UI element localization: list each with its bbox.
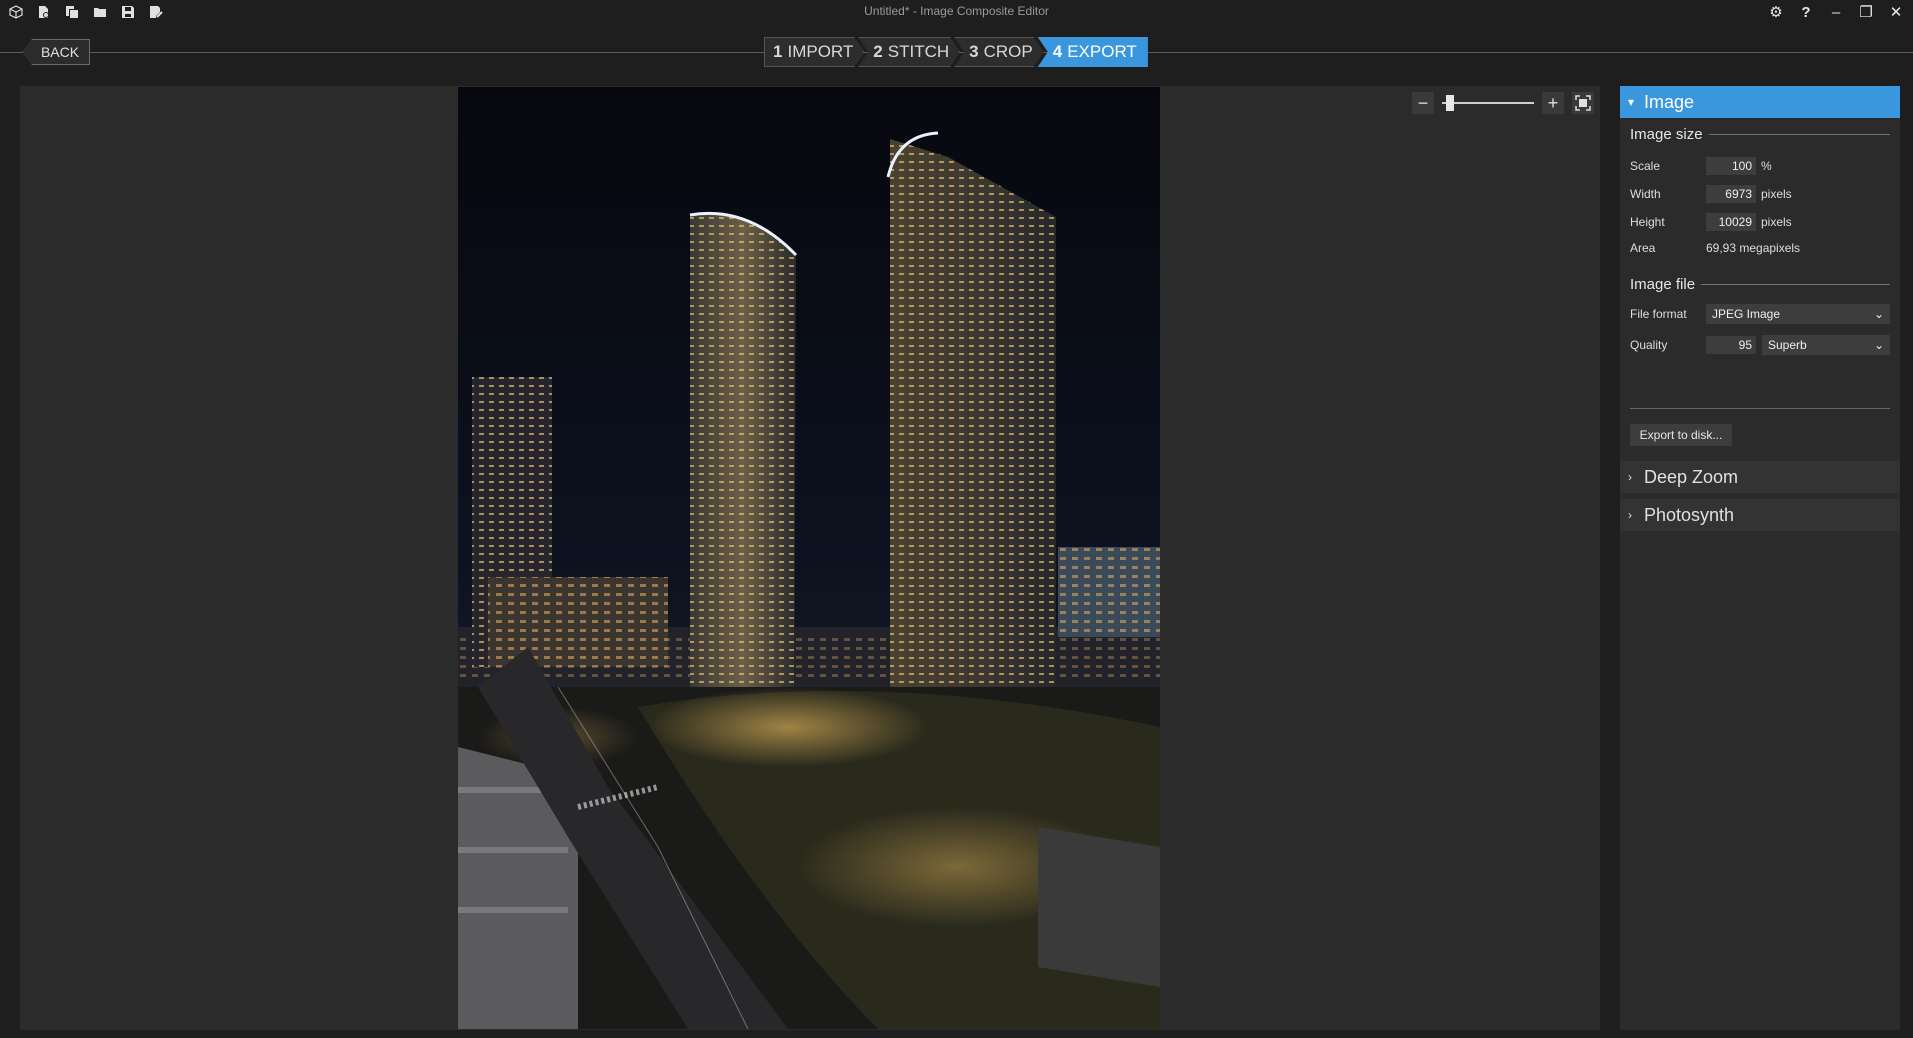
- file-format-label: File format: [1630, 307, 1687, 321]
- wizard-nav: BACK 1 IMPORT 2 STITCH 3 CROP 4 EXPORT: [0, 24, 1913, 78]
- area-row: Area 69,93 megapixels: [1630, 238, 1890, 258]
- step-label: STITCH: [887, 42, 950, 61]
- width-input[interactable]: 6973: [1706, 185, 1756, 203]
- section-title: Deep Zoom: [1644, 466, 1739, 487]
- zoom-controls: − +: [1412, 90, 1594, 116]
- area-value: 69,93 megapixels: [1706, 241, 1801, 255]
- zoom-slider-thumb[interactable]: [1446, 95, 1455, 111]
- group-title: Image size: [1630, 126, 1703, 143]
- step-number: 4: [1052, 42, 1063, 61]
- zoom-in-button[interactable]: +: [1542, 92, 1564, 114]
- chevron-down-icon: ▾: [1628, 95, 1635, 109]
- height-input[interactable]: 10029: [1706, 213, 1756, 231]
- chevron-right-icon: ›: [1628, 470, 1632, 484]
- scale-unit: %: [1761, 159, 1772, 173]
- quality-label: Quality: [1630, 338, 1668, 352]
- fit-to-window-icon[interactable]: [1572, 92, 1594, 114]
- quality-preset-select[interactable]: Superb ⌄: [1762, 335, 1890, 355]
- restore-icon[interactable]: ❐: [1855, 2, 1877, 22]
- scale-input[interactable]: 100: [1706, 157, 1756, 175]
- step-export[interactable]: 4 EXPORT: [1037, 37, 1148, 67]
- quality-input[interactable]: 95: [1706, 336, 1756, 354]
- close-icon[interactable]: ✕: [1885, 2, 1907, 22]
- help-icon[interactable]: ?: [1795, 2, 1817, 22]
- file-format-value: JPEG Image: [1712, 307, 1781, 321]
- image-file-group: Image file: [1630, 276, 1890, 293]
- width-label: Width: [1630, 187, 1661, 201]
- window-title: Untitled* - Image Composite Editor: [864, 4, 1049, 18]
- width-row: Width 6973 pixels: [1630, 184, 1890, 204]
- image-section-header[interactable]: ▾ Image: [1620, 86, 1900, 118]
- step-label: CROP: [983, 42, 1033, 61]
- back-button[interactable]: BACK: [22, 39, 90, 65]
- chevron-down-icon: ⌄: [1873, 338, 1884, 352]
- night-city-photo: [458, 87, 1160, 1029]
- scale-row: Scale 100 %: [1630, 156, 1890, 176]
- step-crop[interactable]: 3 CROP: [954, 37, 1044, 67]
- step-stitch[interactable]: 2 STITCH: [858, 37, 960, 67]
- area-label: Area: [1630, 241, 1656, 255]
- minimize-icon[interactable]: –: [1825, 2, 1847, 22]
- settings-icon[interactable]: ⚙: [1765, 2, 1787, 22]
- section-title: Image: [1644, 91, 1695, 112]
- group-title: Image file: [1630, 276, 1696, 293]
- step-number: 1: [773, 42, 783, 61]
- width-unit: pixels: [1761, 187, 1792, 201]
- zoom-out-button[interactable]: −: [1412, 92, 1434, 114]
- section-title: Photosynth: [1644, 504, 1735, 525]
- photosynth-section-header[interactable]: › Photosynth: [1620, 499, 1900, 531]
- export-to-disk-button[interactable]: Export to disk...: [1630, 424, 1732, 446]
- deep-zoom-section-header[interactable]: › Deep Zoom: [1620, 461, 1900, 493]
- height-unit: pixels: [1761, 215, 1792, 229]
- step-import[interactable]: 1 IMPORT: [764, 37, 864, 67]
- quality-row: Quality 95 Superb ⌄: [1630, 335, 1890, 355]
- window-controls: ⚙ ? – ❐ ✕: [1765, 2, 1907, 22]
- chevron-right-icon: ›: [1628, 508, 1632, 522]
- height-row: Height 10029 pixels: [1630, 212, 1890, 232]
- quality-preset-value: Superb: [1768, 338, 1807, 352]
- chevron-down-icon: ⌄: [1873, 307, 1884, 321]
- scale-label: Scale: [1630, 159, 1661, 173]
- file-format-select[interactable]: JPEG Image ⌄: [1706, 304, 1890, 324]
- step-number: 3: [969, 42, 979, 61]
- zoom-slider-track: [1442, 102, 1534, 104]
- image-size-group: Image size: [1630, 126, 1890, 143]
- zoom-slider[interactable]: [1442, 94, 1534, 112]
- step-number: 2: [873, 42, 883, 61]
- step-label: IMPORT: [787, 42, 854, 61]
- export-panel: ▾ Image Image size Scale 100 % Width 697…: [1620, 86, 1900, 1030]
- wizard-steps: 1 IMPORT 2 STITCH 3 CROP 4 EXPORT: [764, 37, 1148, 67]
- title-bar: Untitled* - Image Composite Editor ⚙ ? –…: [0, 0, 1913, 24]
- panel-divider: [1630, 408, 1890, 409]
- step-label: EXPORT: [1067, 42, 1137, 61]
- height-label: Height: [1630, 215, 1665, 229]
- panorama-preview: [458, 87, 1160, 1029]
- file-format-row: File format JPEG Image ⌄: [1630, 304, 1890, 324]
